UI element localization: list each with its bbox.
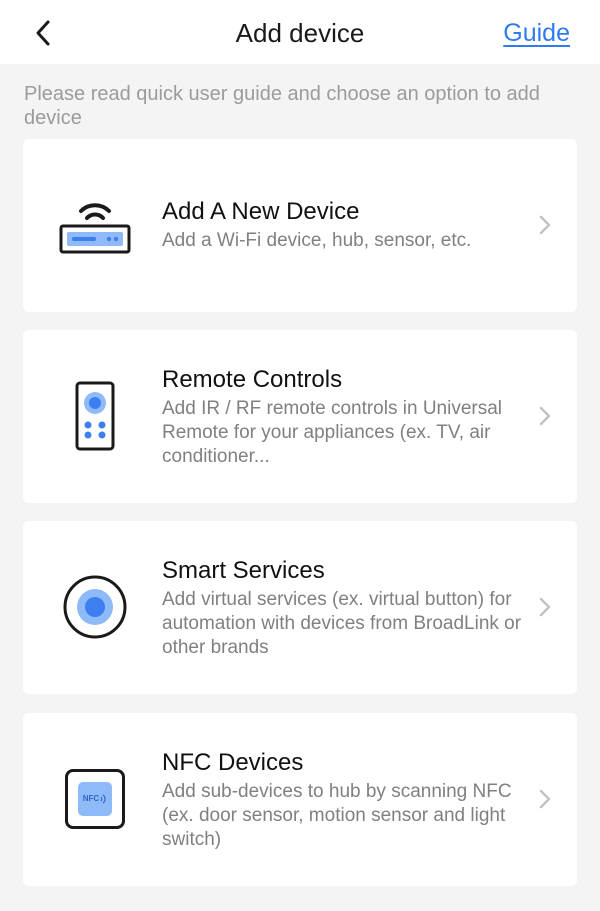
intro-text: Please read quick user guide and choose … <box>24 83 540 129</box>
option-smart-services[interactable]: Smart Services Add virtual services (ex.… <box>23 521 577 694</box>
chevron-right-icon <box>537 595 553 619</box>
option-description: Add sub-devices to hub by scanning NFC (… <box>162 781 512 850</box>
option-description: Add a Wi-Fi device, hub, sensor, etc. <box>162 230 472 251</box>
chevron-right-icon <box>537 404 553 428</box>
guide-link[interactable]: Guide <box>503 16 570 50</box>
option-title: Remote Controls <box>162 366 343 393</box>
option-title: Smart Services <box>162 557 325 584</box>
option-text: Add A New Device Add a Wi-Fi device, hub… <box>162 197 522 253</box>
nfc-signal-icon <box>100 794 106 804</box>
option-remote-controls[interactable]: Remote Controls Add IR / RF remote contr… <box>23 330 577 503</box>
chevron-right-icon <box>537 213 553 237</box>
nfc-label: NFC <box>82 794 100 803</box>
option-text: Smart Services Add virtual services (ex.… <box>162 556 522 660</box>
option-text: NFC Devices Add sub-devices to hub by sc… <box>162 748 522 852</box>
chevron-right-icon <box>537 787 553 811</box>
option-title: NFC Devices <box>162 749 304 776</box>
option-description: Add IR / RF remote controls in Universal… <box>162 398 503 467</box>
nfc-tag-icon: NFC <box>53 759 137 839</box>
wifi-router-icon <box>53 185 137 265</box>
smart-service-button-icon <box>53 567 137 647</box>
option-title: Add A New Device <box>162 198 360 225</box>
option-description: Add virtual services (ex. virtual button… <box>162 589 522 658</box>
option-nfc-devices[interactable]: NFC NFC Devices Add sub-devices to hub b… <box>23 713 577 886</box>
option-add-new-device[interactable]: Add A New Device Add a Wi-Fi device, hub… <box>23 139 577 312</box>
option-text: Remote Controls Add IR / RF remote contr… <box>162 365 522 469</box>
remote-control-icon <box>53 376 137 456</box>
top-bar: Add device Guide <box>0 0 600 64</box>
